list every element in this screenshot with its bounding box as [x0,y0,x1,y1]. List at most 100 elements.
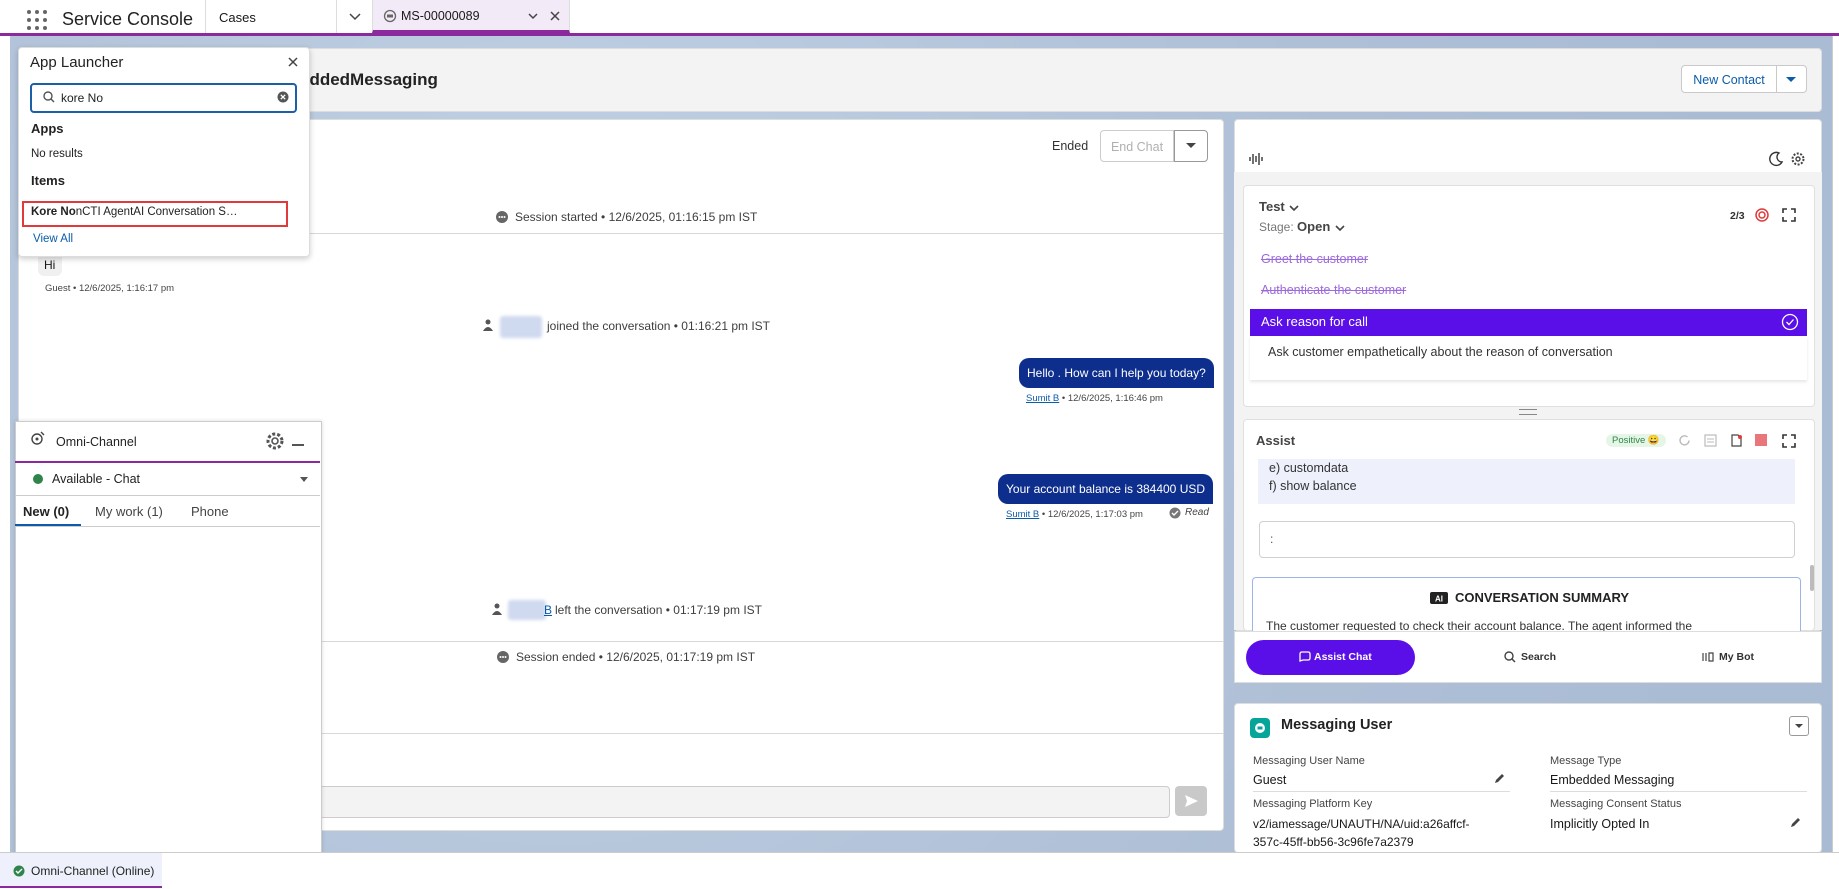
message-input[interactable] [300,786,1170,818]
flow-step-active-label: Ask reason for call [1261,314,1368,329]
field-label: Message Type [1550,755,1622,767]
utility-bar [0,852,1839,889]
expand-icon[interactable] [1782,208,1796,222]
session-started-text: Session started • 12/6/2025, 01:16:15 pm… [515,210,758,224]
field-divider [1550,791,1807,792]
message-type-value: Embedded Messaging [1550,773,1675,787]
nav-menu-chevron-down-icon[interactable] [336,0,373,33]
svg-text:AI: AI [1435,595,1443,604]
agent-message-bubble: Hello . How can I help you today? [1019,358,1214,388]
send-button[interactable] [1175,786,1207,816]
new-contact-button[interactable]: New Contact [1681,65,1777,93]
tab-ms-00000089[interactable]: MS-00000089 [372,0,570,33]
target-icon[interactable] [1755,208,1769,222]
messaging-user-name-value: Guest [1253,773,1287,787]
tab-phone[interactable]: Phone [191,504,229,519]
chat-bubble-icon [495,210,509,224]
status-indicator-icon [33,474,43,484]
apps-heading: Apps [31,121,64,136]
omni-settings-gear-icon[interactable] [265,431,285,451]
assist-input[interactable] [1259,521,1795,558]
platform-key-value-line1: v2/iamessage/UNAUTH/NA/uid:a26affcf- [1253,817,1470,831]
assist-chat-icon [1298,651,1311,664]
redacted-agent-name [500,316,542,338]
left-gutter [0,36,10,852]
app-name: Service Console [62,9,194,29]
agent-name-suffix: B [544,603,553,617]
field-label: Messaging User Name [1253,755,1365,767]
dark-mode-moon-icon[interactable] [1768,151,1784,167]
step-check-circle-icon[interactable] [1781,313,1799,331]
status-chevron-down-icon [298,474,310,484]
edit-pencil-icon[interactable] [1790,816,1802,828]
omni-channel-utility-button[interactable]: Omni-Channel (Online) [0,853,162,888]
no-results-text: No results [31,148,83,160]
tab-ms-label: MS-00000089 [401,9,480,23]
card-menu-dropdown-icon[interactable] [1789,716,1809,736]
left-text: left the conversation • 01:17:19 pm IST [555,603,762,617]
agent-message-meta: Sumit B • 12/6/2025, 1:17:03 pm [1006,509,1143,520]
header-actions-dropdown-icon[interactable] [1777,65,1807,93]
search-icon [43,91,55,103]
tab-options-chevron-down-icon[interactable] [527,10,539,22]
tab-new[interactable]: New (0) [15,497,81,526]
stop-icon[interactable] [1755,434,1767,446]
document-icon[interactable] [1730,434,1743,447]
app-launcher-grid-icon[interactable] [27,10,47,30]
flow-step-completed: Greet the customer [1261,252,1368,266]
edit-pencil-icon[interactable] [1494,772,1506,784]
tab-new-label: New (0) [23,504,70,519]
agent-name-link[interactable]: Sumit B [1026,393,1059,404]
messaging-user-title: Messaging User [1281,717,1393,733]
expand-icon[interactable] [1782,434,1796,448]
conversation-summary-box: AI CONVERSATION SUMMARY The customer req… [1252,577,1801,632]
tab-close-icon[interactable] [549,10,561,22]
flow-step-completed: Authenticate the customer [1261,283,1407,297]
minimize-icon[interactable] [292,444,304,446]
close-icon[interactable] [287,56,299,68]
resize-handle[interactable] [1519,409,1537,415]
field-label: Messaging Consent Status [1550,798,1682,810]
field-divider [1253,791,1510,792]
clear-search-icon[interactable] [277,91,289,103]
ai-badge-icon: AI [1429,591,1449,605]
global-header: Service Console Cases MS-00000089 [0,0,1839,36]
online-check-icon [13,865,25,877]
flow-title-text: Test [1259,199,1285,214]
agent-name-link[interactable]: Sumit B [1006,509,1039,520]
assist-option[interactable]: f) show balance [1269,479,1357,493]
flow-title[interactable]: Test [1259,199,1300,214]
flow-chevron-down-icon [1288,203,1300,213]
end-chat-menu-icon[interactable] [1174,130,1208,162]
chat-bubble-icon [496,650,510,664]
agent-left-icon [489,602,503,616]
tab-my-work[interactable]: My work (1) [95,504,163,519]
settings-gear-icon[interactable] [1790,151,1806,167]
session-ended-text: Session ended • 12/6/2025, 01:17:19 pm I… [516,650,756,664]
view-all-link[interactable]: View All [33,233,73,245]
list-icon[interactable] [1704,434,1717,447]
agent-message-time: • 12/6/2025, 1:16:46 pm [1059,393,1163,404]
bot-icon [1702,651,1714,663]
redacted-agent-name [508,600,546,620]
end-chat-button[interactable]: End Chat [1100,130,1174,162]
stage-value: Open [1297,219,1331,234]
voice-wave-icon[interactable] [1248,151,1264,167]
guest-message-meta: Guest • 12/6/2025, 1:16:17 pm [45,283,175,294]
status-value: Available - Chat [52,472,141,486]
scrollbar[interactable] [1810,565,1814,591]
stage-selector[interactable]: Stage: Open [1259,219,1346,234]
agent-message-time: • 12/6/2025, 1:17:03 pm [1039,509,1143,520]
refresh-icon[interactable] [1678,434,1691,447]
agent-message-bubble: Your account balance is 384400 USD [998,474,1214,504]
app-launcher-title: App Launcher [30,54,124,71]
launcher-item-rest: nCTI AgentAI Conversation S… [75,206,238,218]
page-scrollbar[interactable] [1832,36,1839,852]
omni-channel-icon [30,430,46,446]
assist-option[interactable]: e) customdata [1269,461,1348,475]
assist-chat-button[interactable]: Assist Chat [1246,640,1415,675]
search-tab-label: Search [1521,651,1557,663]
assist-chat-label: Assist Chat [1314,651,1372,663]
launcher-item-match: Kore No [31,206,76,218]
platform-key-value-line2: 357c-45ff-bb56-3c96fe7a2379 [1253,835,1414,849]
